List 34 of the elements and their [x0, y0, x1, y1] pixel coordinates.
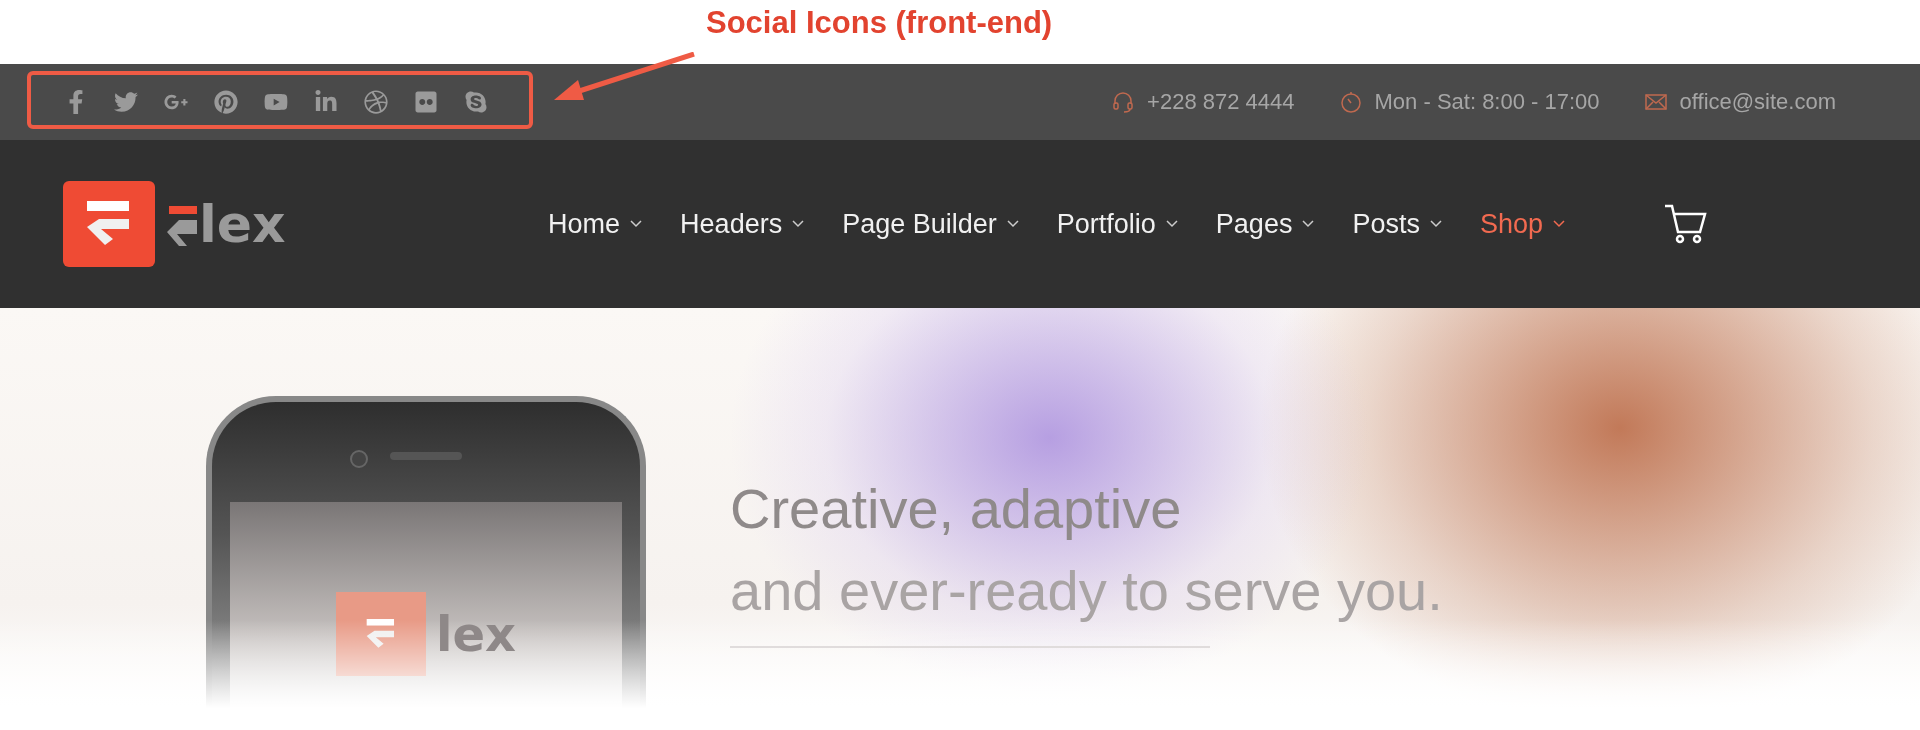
speaker-grille	[390, 452, 462, 460]
chevron-icon	[792, 220, 805, 228]
linkedin-icon[interactable]	[314, 90, 338, 114]
hero-headline: Creative, adaptive	[730, 476, 1182, 542]
flickr-icon[interactable]	[414, 90, 438, 114]
contact-text: Mon - Sat: 8:00 - 17:00	[1374, 89, 1600, 115]
chevron-icon	[1429, 220, 1442, 228]
dribbble-icon[interactable]	[364, 90, 388, 114]
chevron-icon	[1165, 220, 1178, 228]
pinterest-icon[interactable]	[214, 90, 238, 114]
headset-icon	[1111, 90, 1136, 114]
chevron-icon	[630, 220, 643, 228]
menu-item[interactable]: Posts	[1352, 208, 1442, 240]
menu-item[interactable]: Portfolio	[1056, 208, 1178, 240]
hero-headline: and ever-ready to serve you.	[730, 558, 1443, 624]
contact-text: office@site.com	[1679, 89, 1836, 115]
phone-logo-wordmark: lex	[436, 606, 516, 662]
menu-item[interactable]: Headers	[680, 208, 805, 240]
chevron-icon	[1006, 220, 1019, 228]
logo-wordmark: lex	[199, 198, 286, 250]
camera-icon	[350, 450, 368, 468]
clock-icon	[1338, 90, 1363, 114]
chevron-icon	[1302, 220, 1315, 228]
menu-item[interactable]: Home	[548, 208, 643, 240]
menu-item[interactable]: Pages	[1215, 208, 1315, 240]
menu-item[interactable]: Page Builder	[842, 208, 1019, 240]
menu-item[interactable]: Shop	[1479, 208, 1565, 240]
chevron-icon	[1553, 220, 1565, 228]
contact-text: +228 872 4444	[1147, 89, 1295, 115]
skype-icon[interactable]	[464, 90, 488, 114]
twitter-icon[interactable]	[114, 90, 138, 114]
logo-mark-icon	[63, 181, 155, 267]
annotation-label: Social Icons (front-end)	[706, 5, 1053, 41]
cart-icon[interactable]	[1663, 203, 1707, 245]
